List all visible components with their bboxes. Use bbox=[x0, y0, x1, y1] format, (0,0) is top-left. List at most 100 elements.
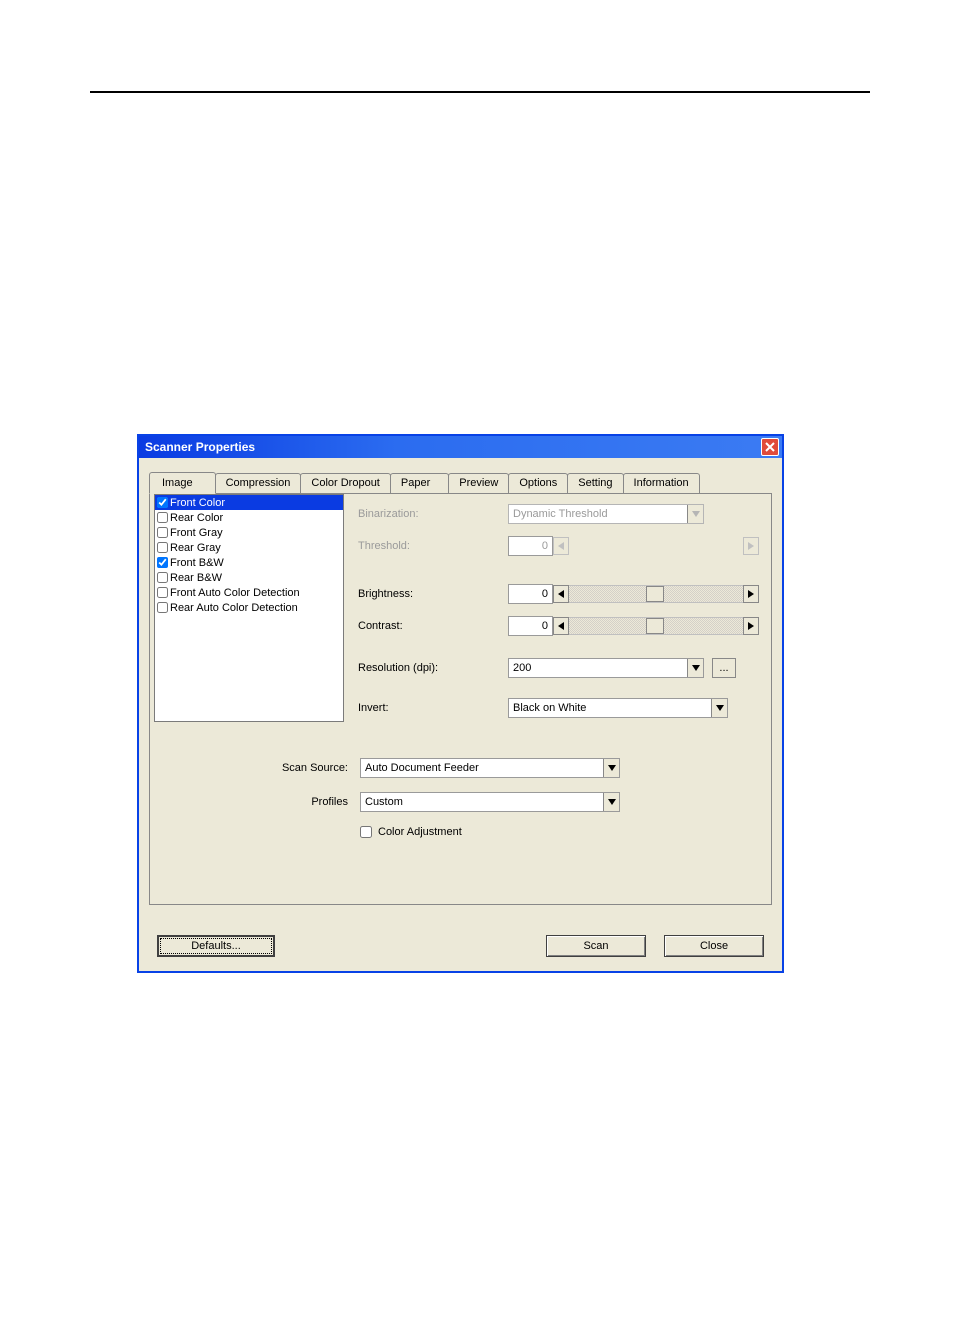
chevron-down-icon[interactable] bbox=[603, 759, 619, 777]
scan-source-value: Auto Document Feeder bbox=[365, 762, 479, 774]
resolution-label: Resolution (dpi): bbox=[358, 662, 508, 674]
contrast-value: 0 bbox=[542, 620, 548, 632]
brightness-thumb[interactable] bbox=[646, 586, 664, 602]
rear-color-label: Rear Color bbox=[170, 512, 223, 524]
binarization-select: Dynamic Threshold bbox=[508, 504, 704, 524]
list-item-front-color[interactable]: Front Color bbox=[155, 495, 343, 510]
brightness-value: 0 bbox=[542, 588, 548, 600]
list-item-rear-auto[interactable]: Rear Auto Color Detection bbox=[155, 600, 343, 615]
color-adjustment-checkbox-row[interactable]: Color Adjustment bbox=[360, 826, 462, 838]
brightness-right-arrow-icon[interactable] bbox=[743, 585, 759, 603]
window-title: Scanner Properties bbox=[145, 440, 255, 454]
scan-button[interactable]: Scan bbox=[546, 935, 646, 957]
front-bw-checkbox[interactable] bbox=[157, 557, 168, 568]
profiles-label: Profiles bbox=[160, 796, 360, 808]
scan-source-select[interactable]: Auto Document Feeder bbox=[360, 758, 620, 778]
profiles-select[interactable]: Custom bbox=[360, 792, 620, 812]
tab-colordropout-label: Color Dropout bbox=[311, 477, 379, 489]
brightness-left-arrow-icon[interactable] bbox=[553, 585, 569, 603]
tab-options[interactable]: Options bbox=[508, 473, 568, 493]
list-item-rear-gray[interactable]: Rear Gray bbox=[155, 540, 343, 555]
contrast-label: Contrast: bbox=[358, 620, 508, 632]
contrast-left-arrow-icon[interactable] bbox=[553, 617, 569, 635]
resolution-more-button[interactable]: ... bbox=[712, 658, 736, 678]
profiles-value: Custom bbox=[365, 796, 403, 808]
threshold-value: 0 bbox=[542, 540, 548, 552]
image-type-list[interactable]: Front Color Rear Color Front Gray R bbox=[154, 494, 344, 722]
front-bw-label: Front B&W bbox=[170, 557, 224, 569]
threshold-slider-track bbox=[569, 537, 743, 555]
tab-compression-label: Compression bbox=[226, 477, 291, 489]
threshold-value-box: 0 bbox=[508, 536, 553, 556]
invert-label: Invert: bbox=[358, 702, 508, 714]
rear-auto-label: Rear Auto Color Detection bbox=[170, 602, 298, 614]
chevron-down-icon[interactable] bbox=[687, 659, 703, 677]
tab-compression[interactable]: Compression bbox=[215, 473, 302, 493]
rear-bw-checkbox[interactable] bbox=[157, 572, 168, 583]
brightness-slider[interactable] bbox=[553, 585, 759, 603]
rear-auto-checkbox[interactable] bbox=[157, 602, 168, 613]
tab-colordropout[interactable]: Color Dropout bbox=[300, 473, 390, 493]
color-adjustment-label: Color Adjustment bbox=[378, 826, 462, 838]
list-item-rear-color[interactable]: Rear Color bbox=[155, 510, 343, 525]
front-color-label: Front Color bbox=[170, 497, 225, 509]
defaults-button[interactable]: Defaults... bbox=[157, 935, 275, 957]
close-button[interactable]: Close bbox=[664, 935, 764, 957]
binarization-value: Dynamic Threshold bbox=[513, 508, 608, 520]
list-item-front-gray[interactable]: Front Gray bbox=[155, 525, 343, 540]
list-item-rear-bw[interactable]: Rear B&W bbox=[155, 570, 343, 585]
list-item-front-bw[interactable]: Front B&W bbox=[155, 555, 343, 570]
threshold-label: Threshold: bbox=[358, 540, 508, 552]
chevron-down-icon bbox=[687, 505, 703, 523]
brightness-label: Brightness: bbox=[358, 588, 508, 600]
close-button-label: Close bbox=[700, 940, 728, 952]
threshold-right-arrow-icon bbox=[743, 537, 759, 555]
chevron-down-icon[interactable] bbox=[711, 699, 727, 717]
scanner-properties-dialog: Scanner Properties Image Compression Col… bbox=[137, 434, 784, 973]
front-color-checkbox[interactable] bbox=[157, 497, 168, 508]
color-adjustment-checkbox[interactable] bbox=[360, 826, 372, 838]
tab-preview[interactable]: Preview bbox=[448, 473, 509, 493]
resolution-value: 200 bbox=[513, 662, 531, 674]
contrast-value-box[interactable]: 0 bbox=[508, 616, 553, 636]
rear-gray-checkbox[interactable] bbox=[157, 542, 168, 553]
binarization-label: Binarization: bbox=[358, 508, 508, 520]
tab-strip: Image Compression Color Dropout Paper Pr… bbox=[149, 472, 772, 493]
titlebar: Scanner Properties bbox=[139, 436, 782, 458]
tab-information-label: Information bbox=[634, 477, 689, 489]
scan-source-label: Scan Source: bbox=[160, 762, 360, 774]
contrast-thumb[interactable] bbox=[646, 618, 664, 634]
tab-setting-label: Setting bbox=[578, 477, 612, 489]
defaults-button-label: Defaults... bbox=[191, 940, 241, 952]
more-label: ... bbox=[719, 662, 728, 674]
resolution-select[interactable]: 200 bbox=[508, 658, 704, 678]
contrast-slider[interactable] bbox=[553, 617, 759, 635]
front-auto-label: Front Auto Color Detection bbox=[170, 587, 300, 599]
tab-preview-label: Preview bbox=[459, 477, 498, 489]
front-auto-checkbox[interactable] bbox=[157, 587, 168, 598]
threshold-left-arrow-icon bbox=[553, 537, 569, 555]
scan-button-label: Scan bbox=[583, 940, 608, 952]
page-rule bbox=[90, 91, 870, 93]
front-gray-checkbox[interactable] bbox=[157, 527, 168, 538]
brightness-track[interactable] bbox=[569, 585, 743, 603]
tab-paper-label: Paper bbox=[401, 477, 430, 489]
chevron-down-icon[interactable] bbox=[603, 793, 619, 811]
contrast-right-arrow-icon[interactable] bbox=[743, 617, 759, 635]
tab-setting[interactable]: Setting bbox=[567, 473, 623, 493]
front-gray-label: Front Gray bbox=[170, 527, 223, 539]
invert-select[interactable]: Black on White bbox=[508, 698, 728, 718]
tab-paper[interactable]: Paper bbox=[390, 473, 449, 493]
list-item-front-auto[interactable]: Front Auto Color Detection bbox=[155, 585, 343, 600]
tab-image-label: Image bbox=[162, 477, 193, 489]
invert-value: Black on White bbox=[513, 702, 586, 714]
rear-bw-label: Rear B&W bbox=[170, 572, 222, 584]
rear-color-checkbox[interactable] bbox=[157, 512, 168, 523]
tab-image[interactable]: Image bbox=[149, 472, 216, 494]
close-icon[interactable] bbox=[761, 438, 779, 456]
rear-gray-label: Rear Gray bbox=[170, 542, 221, 554]
contrast-track[interactable] bbox=[569, 617, 743, 635]
brightness-value-box[interactable]: 0 bbox=[508, 584, 553, 604]
tab-options-label: Options bbox=[519, 477, 557, 489]
tab-information[interactable]: Information bbox=[623, 473, 700, 493]
